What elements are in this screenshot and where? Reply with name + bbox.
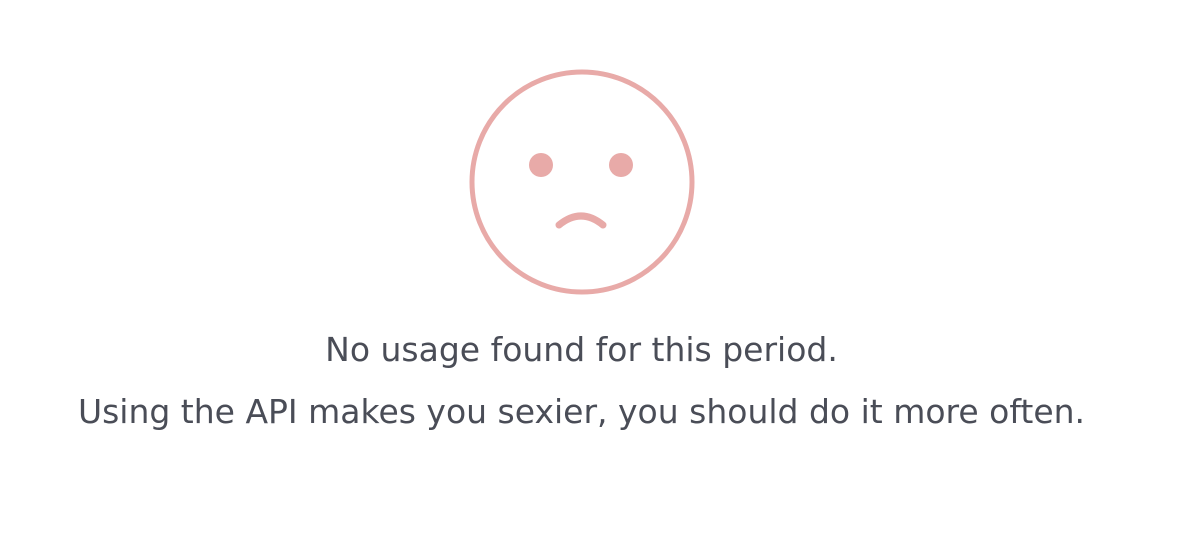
empty-state-title: No usage found for this period. — [325, 330, 838, 369]
sad-face-icon — [467, 67, 697, 297]
empty-state-subtitle: Using the API makes you sexier, you shou… — [77, 392, 1086, 431]
empty-state: No usage found for this period. Using th… — [0, 0, 1200, 558]
